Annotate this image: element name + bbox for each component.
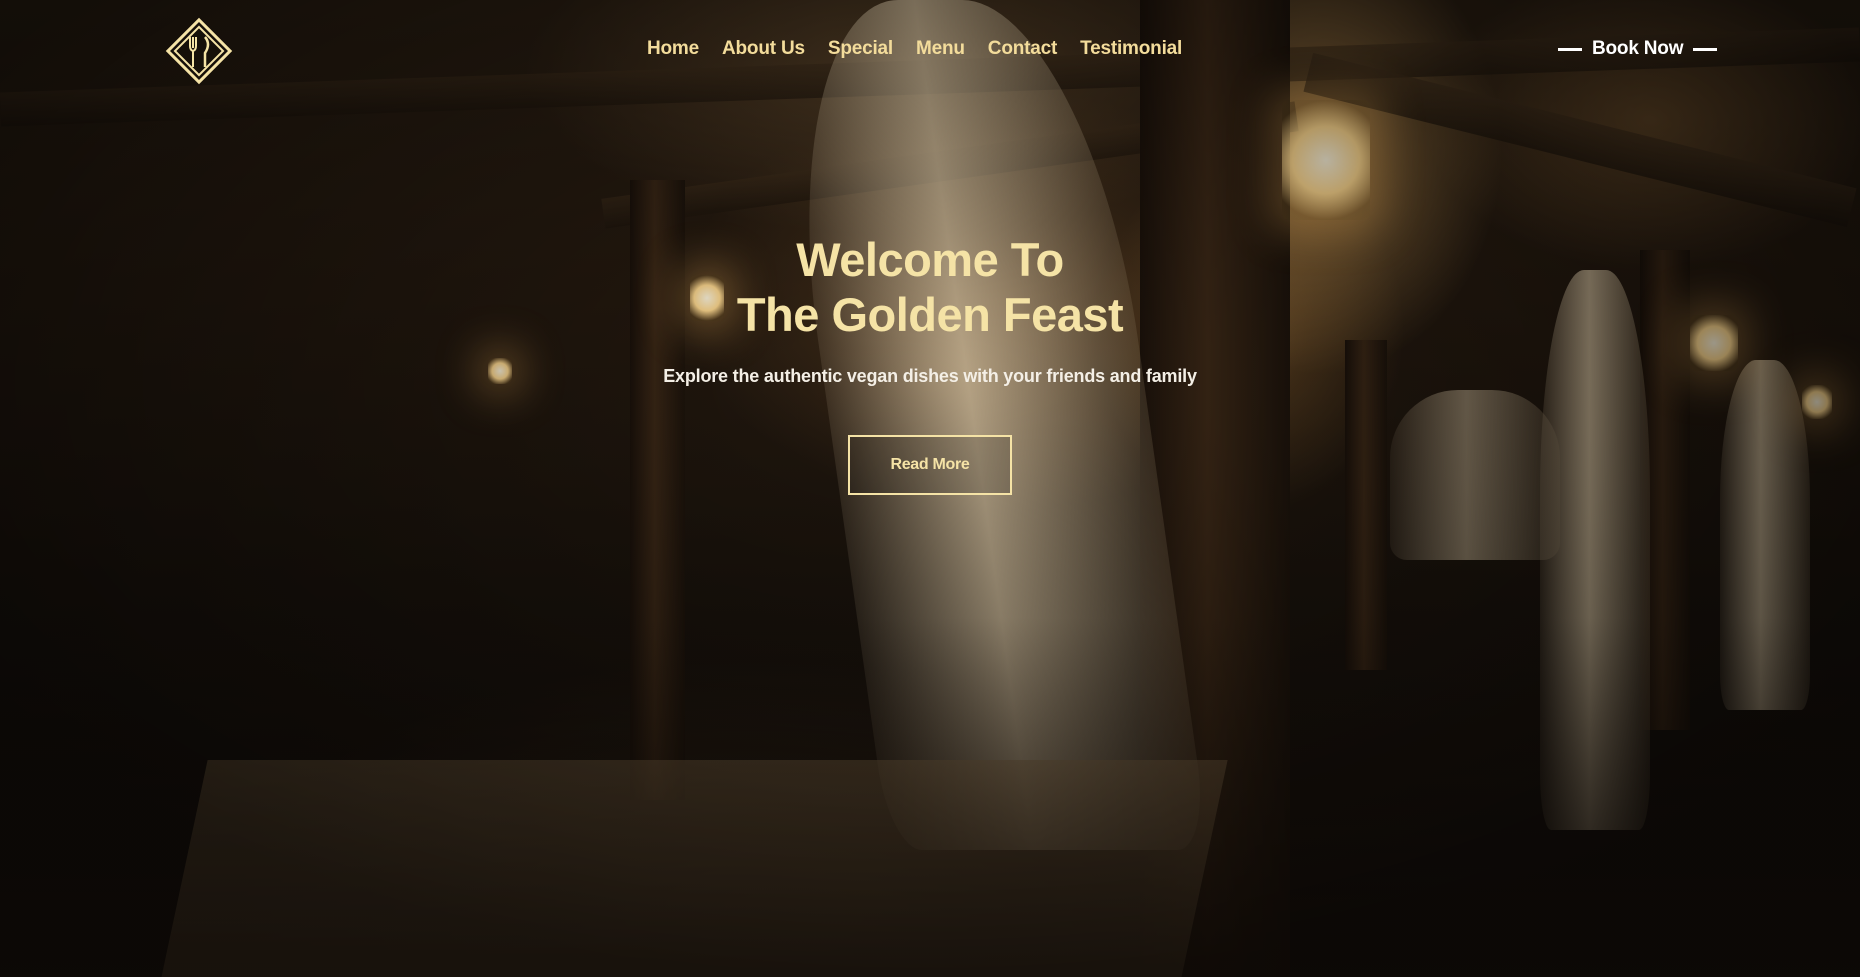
diamond-fork-knife-icon bbox=[165, 17, 233, 85]
logo[interactable] bbox=[160, 12, 238, 90]
main-menu: Home About Us Special Menu Contact Testi… bbox=[647, 38, 1205, 60]
top-navigation: Home About Us Special Menu Contact Testi… bbox=[0, 0, 1860, 110]
hero-title-line2: The Golden Feast bbox=[736, 288, 1124, 341]
nav-link-about-us[interactable]: About Us bbox=[722, 38, 805, 60]
nav-link-testimonial[interactable]: Testimonial bbox=[1080, 38, 1182, 60]
dash-decoration-left bbox=[1558, 47, 1582, 51]
hero-subtitle: Explore the authentic vegan dishes with … bbox=[663, 366, 1197, 386]
hero-section: Home About Us Special Menu Contact Testi… bbox=[0, 0, 1860, 977]
nav-link-contact[interactable]: Contact bbox=[988, 38, 1058, 60]
book-now-button[interactable]: Book Now bbox=[1558, 38, 1718, 60]
hero-title-line1: Welcome To bbox=[796, 233, 1064, 286]
nav-link-menu[interactable]: Menu bbox=[916, 38, 965, 60]
book-now-label: Book Now bbox=[1592, 38, 1684, 59]
hero-title: Welcome To The Golden Feast bbox=[0, 232, 1860, 342]
hero-content: Welcome To The Golden Feast Explore the … bbox=[0, 232, 1860, 495]
dash-decoration-right bbox=[1693, 47, 1718, 51]
nav-link-special[interactable]: Special bbox=[828, 38, 893, 60]
read-more-button[interactable]: Read More bbox=[848, 435, 1012, 495]
nav-link-home[interactable]: Home bbox=[647, 38, 699, 60]
